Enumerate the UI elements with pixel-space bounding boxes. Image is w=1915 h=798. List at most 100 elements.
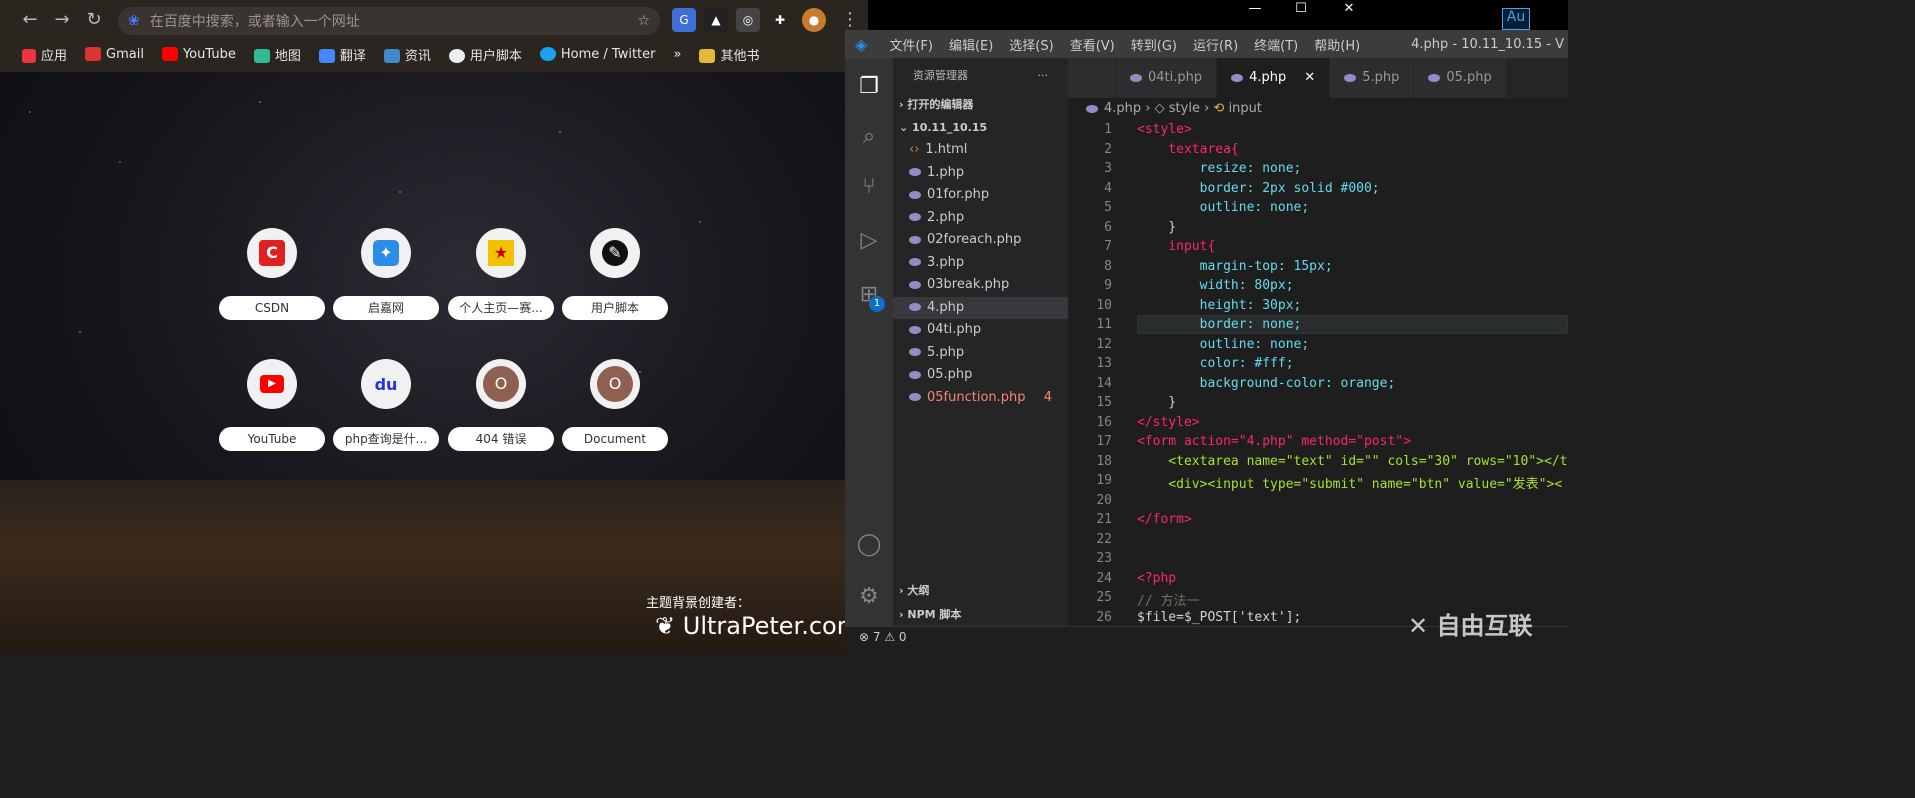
shortcut-tile[interactable]: ▶ YouTube (219, 359, 325, 451)
open-editors-section[interactable]: › 打开的编辑器 (893, 94, 1068, 117)
file-item[interactable]: 3.php (893, 252, 1068, 275)
file-item[interactable]: 2.php (893, 207, 1068, 230)
audition-icon[interactable]: Au (1502, 8, 1530, 30)
line-number: 2 (1104, 141, 1112, 157)
bookmark-userscripts[interactable]: 用户脚本 (448, 45, 522, 64)
shortcut-tile[interactable]: ★ 个人主页—赛... (448, 228, 554, 320)
bookmarks-overflow[interactable]: » (674, 47, 682, 62)
file-item[interactable]: 5.php (893, 342, 1068, 365)
breadcrumb-item[interactable]: style (1169, 101, 1200, 116)
menu-icon[interactable]: ⋮ (838, 9, 862, 30)
line-number: 6 (1104, 219, 1112, 235)
code-editor[interactable]: 1 <style> 2 textarea{3 resize: none; 4 bord… (1068, 120, 1568, 626)
back-icon[interactable]: ← (18, 9, 42, 30)
file-item[interactable]: ‹› 1.html (893, 139, 1068, 162)
code-icon: ◇ (1154, 101, 1165, 116)
npm-scripts-section[interactable]: › NPM 脚本 (899, 606, 961, 622)
bookmark-maps[interactable]: 地图 (253, 45, 301, 64)
forward-icon[interactable]: → (50, 9, 74, 30)
line-number: 23 (1096, 551, 1112, 566)
tab-04ti[interactable]: 04ti.php (1116, 58, 1218, 98)
extensions-icon[interactable]: ⊞ (845, 272, 893, 316)
close-icon[interactable]: ✕ (1326, 0, 1372, 20)
menu-edit[interactable]: 编辑(E) (949, 35, 993, 54)
code-line: // 方法一 (1137, 594, 1200, 609)
file-item-error[interactable]: 05function.php 4 (893, 387, 1068, 410)
line-number: 7 (1104, 239, 1112, 254)
extension-icon[interactable]: ◎ (736, 8, 760, 32)
shortcut-tile[interactable]: C CSDN (219, 228, 325, 320)
minimize-icon[interactable]: — (1232, 0, 1278, 20)
theme-credit-link[interactable]: ❦ UltraPeter.com (655, 612, 860, 640)
code-line: border: 2px solid #000; (1137, 180, 1380, 196)
bookmark-apps[interactable]: 应用 (22, 45, 67, 64)
bookmark-translate[interactable]: 翻译 (318, 45, 366, 64)
line-number: 22 (1096, 531, 1112, 547)
shortcut-tile[interactable]: ✦ 启嘉网 (333, 228, 439, 320)
avatar[interactable]: ● (802, 8, 826, 32)
explorer-header: 资源管理器 ··· (893, 58, 1068, 94)
shortcut-tile[interactable]: O Document (562, 359, 668, 451)
shortcut-tile[interactable]: ✎ 用户脚本 (562, 228, 668, 320)
file-item[interactable]: 01for.php (893, 184, 1068, 207)
menu-help[interactable]: 帮助(H) (1314, 35, 1360, 54)
shortcut-tile[interactable]: du php查询是什... (333, 359, 439, 451)
bookmark-twitter[interactable]: Home / Twitter (539, 47, 656, 62)
code-line: outline: none; (1137, 200, 1310, 215)
run-debug-icon[interactable]: ▷ (845, 218, 893, 262)
star-icon[interactable]: ☆ (637, 13, 650, 29)
problems-status[interactable]: ⊗ 7 ⚠ 0 (859, 630, 907, 644)
bookmark-gmail[interactable]: Gmail (85, 47, 144, 62)
breadcrumb-item[interactable]: input (1228, 101, 1261, 116)
breadcrumb-item[interactable]: 4.php (1104, 101, 1141, 116)
code-line: background-color: orange; (1137, 375, 1396, 391)
shortcut-label: YouTube (219, 427, 325, 451)
source-control-icon[interactable]: ⑂ (845, 164, 893, 208)
file-item[interactable]: 04ti.php (893, 319, 1068, 342)
code-line: </form> (1137, 512, 1192, 527)
search-icon[interactable]: ⌕ (845, 114, 893, 158)
menu-selection[interactable]: 选择(S) (1009, 35, 1053, 54)
gear-icon[interactable]: ⚙ (845, 574, 893, 618)
site-icon: ★ (488, 240, 514, 266)
file-item-selected[interactable]: 4.php (893, 296, 1068, 319)
translate-icon[interactable]: G (672, 8, 696, 32)
explorer-icon[interactable]: ❐ (845, 64, 893, 108)
line-number: 8 (1104, 258, 1112, 274)
menu-run[interactable]: 运行(R) (1193, 35, 1238, 54)
menu-go[interactable]: 转到(G) (1131, 35, 1177, 54)
tab-5php[interactable]: 5.php (1330, 58, 1415, 98)
shortcut-label: php查询是什... (333, 427, 439, 451)
menu-file[interactable]: 文件(F) (889, 35, 933, 54)
line-number: 4 (1104, 180, 1112, 196)
file-item[interactable]: 1.php (893, 162, 1068, 185)
line-number: 19 (1096, 473, 1112, 488)
code-line: width: 80px; (1137, 278, 1294, 293)
file-item[interactable]: 03break.php (893, 274, 1068, 297)
reload-icon[interactable]: ↻ (82, 9, 106, 30)
problem-count: 4 (1043, 389, 1052, 405)
account-icon[interactable]: ◯ (845, 522, 893, 566)
shortcut-tile[interactable]: O 404 错误 (448, 359, 554, 451)
maximize-icon[interactable]: ☐ (1278, 0, 1324, 20)
menu-terminal[interactable]: 终端(T) (1254, 35, 1298, 54)
watermark: ✕ 自由互联 (1408, 612, 1533, 640)
close-tab-icon[interactable]: ✕ (1304, 70, 1315, 85)
tab-4php[interactable]: 4.php ✕ (1217, 58, 1331, 98)
bookmark-news[interactable]: 资讯 (383, 45, 431, 64)
bookmark-other[interactable]: 其他书 (699, 45, 759, 64)
puzzle-icon[interactable]: ✚ (768, 8, 792, 32)
address-bar[interactable]: ❀ 在百度中搜索，或者输入一个网址 ☆ (118, 7, 660, 35)
letter-icon: O (483, 366, 519, 402)
file-item[interactable]: 05.php (893, 364, 1068, 387)
file-item[interactable]: 02foreach.php (893, 229, 1068, 252)
more-actions-icon[interactable]: ··· (1038, 58, 1049, 94)
folder-section[interactable]: ⌄ 10.11_10.15 (893, 117, 1068, 140)
bookmark-youtube[interactable]: YouTube (161, 47, 236, 62)
extension-icon[interactable]: ▲ (704, 8, 728, 32)
code-line: $file=$_POST['text']; (1137, 609, 1302, 625)
menu-view[interactable]: 查看(V) (1070, 35, 1115, 54)
code-line: color: #fff; (1137, 356, 1294, 371)
outline-section[interactable]: › 大纲 (899, 582, 929, 598)
tab-05php[interactable]: 05.php (1414, 58, 1507, 98)
